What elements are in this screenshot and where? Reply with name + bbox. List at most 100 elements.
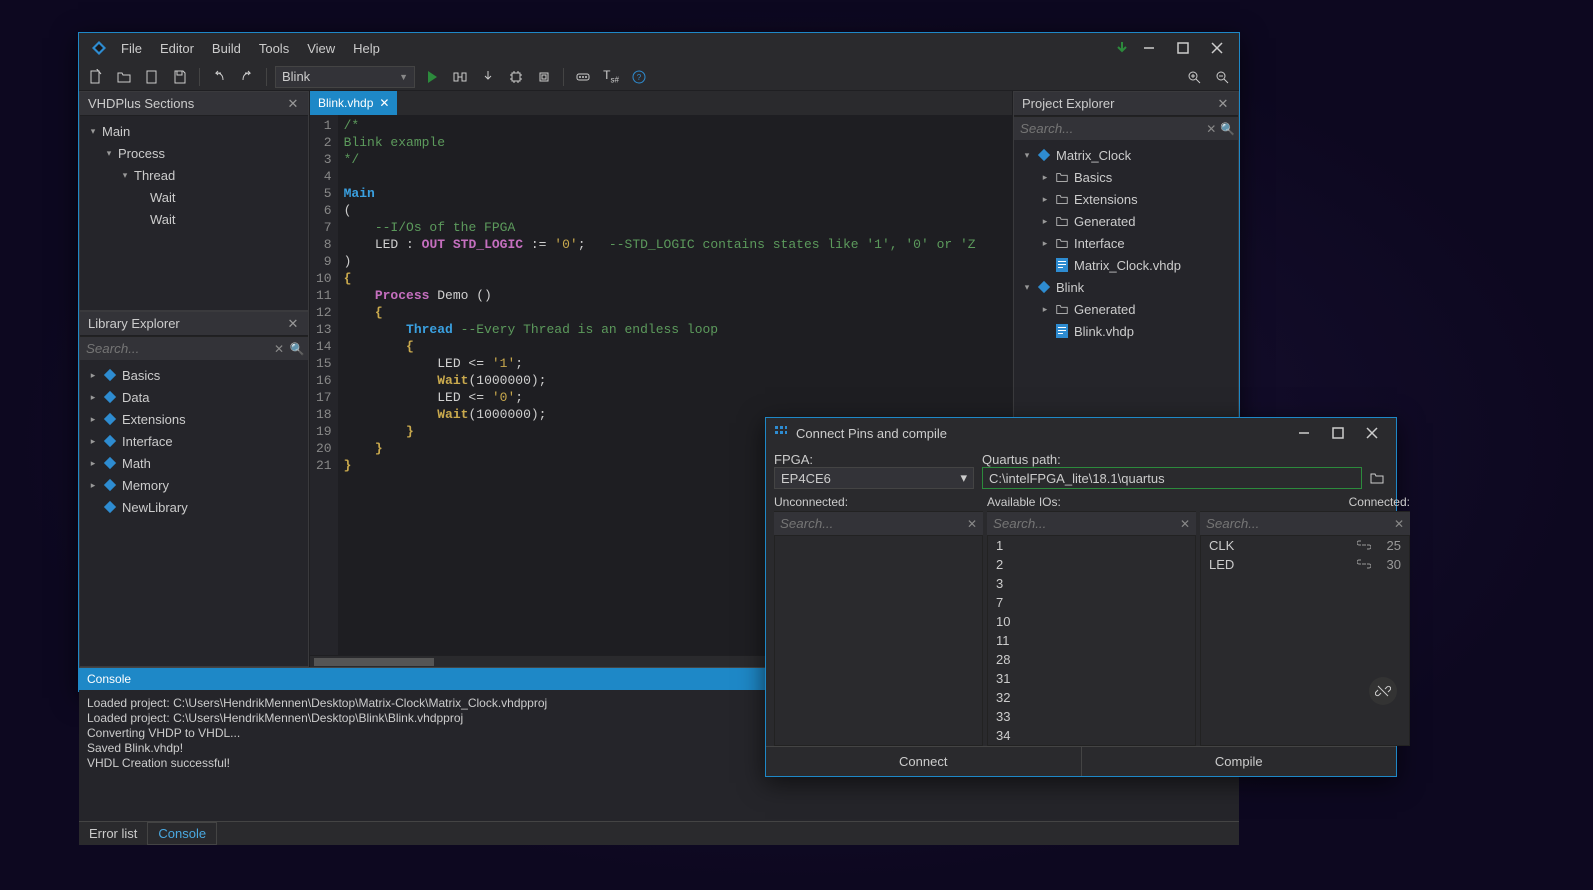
search-icon[interactable]: 🔍 — [1220, 122, 1237, 136]
project-tree-item[interactable]: ▸Basics — [1014, 166, 1238, 188]
library-search-input[interactable] — [82, 339, 270, 358]
project-search-input[interactable] — [1016, 119, 1203, 138]
io-item[interactable]: 34 — [988, 726, 1195, 745]
close-panel-icon[interactable]: ✕ — [286, 96, 300, 112]
sections-tree-item[interactable]: ▾Main — [80, 120, 308, 142]
download-chip-icon[interactable] — [477, 66, 499, 88]
download-icon[interactable] — [1111, 37, 1133, 59]
unconnected-search-input[interactable] — [776, 514, 963, 533]
available-ios-list[interactable]: 123710112831323334 — [987, 535, 1196, 746]
undo-icon[interactable] — [208, 66, 230, 88]
available-search-input[interactable] — [989, 514, 1176, 533]
library-item[interactable]: ▸Basics — [80, 364, 308, 386]
minimize-button[interactable] — [1288, 421, 1320, 445]
connected-item[interactable]: CLK25 — [1201, 536, 1409, 555]
clear-search-icon[interactable]: ✕ — [1203, 122, 1220, 136]
connected-search-input[interactable] — [1202, 514, 1390, 533]
project-tree-item[interactable]: ▾Matrix_Clock — [1014, 144, 1238, 166]
browse-folder-icon[interactable] — [1366, 467, 1388, 489]
sections-tree-item[interactable]: ▾Thread — [80, 164, 308, 186]
open-folder-icon[interactable] — [113, 66, 135, 88]
editor-tab[interactable]: Blink.vhdp ✕ — [310, 91, 397, 115]
run-icon[interactable] — [421, 66, 443, 88]
project-tree-item[interactable]: ▾Blink — [1014, 276, 1238, 298]
text-tool-icon[interactable]: Ts# — [600, 66, 622, 88]
io-item[interactable]: 7 — [988, 593, 1195, 612]
fpga-combo[interactable]: EP4CE6 ▾ — [774, 467, 974, 489]
library-item[interactable]: NewLibrary — [80, 496, 308, 518]
sections-title: VHDPlus Sections — [88, 96, 286, 111]
redo-icon[interactable] — [236, 66, 258, 88]
quartus-path-input[interactable]: C:\intelFPGA_lite\18.1\quartus — [982, 467, 1362, 489]
clear-search-icon[interactable]: ✕ — [1176, 517, 1194, 531]
io-item[interactable]: 28 — [988, 650, 1195, 669]
chevron-down-icon: ▼ — [399, 72, 408, 82]
tab-error-list[interactable]: Error list — [79, 822, 147, 845]
library-item[interactable]: ▸Extensions — [80, 408, 308, 430]
clear-search-icon[interactable]: ✕ — [963, 517, 981, 531]
save-icon[interactable] — [169, 66, 191, 88]
chip-alt-icon[interactable] — [533, 66, 555, 88]
unlink-icon[interactable] — [1369, 677, 1397, 705]
close-button[interactable] — [1201, 36, 1233, 60]
maximize-button[interactable] — [1322, 421, 1354, 445]
menu-editor[interactable]: Editor — [152, 37, 202, 60]
io-item[interactable]: 32 — [988, 688, 1195, 707]
project-tree-item[interactable]: ▸Interface — [1014, 232, 1238, 254]
menu-tools[interactable]: Tools — [251, 37, 297, 60]
close-tab-icon[interactable]: ✕ — [379, 96, 389, 110]
project-tree-item[interactable]: Matrix_Clock.vhdp — [1014, 254, 1238, 276]
maximize-button[interactable] — [1167, 36, 1199, 60]
menu-help[interactable]: Help — [345, 37, 388, 60]
project-tree-item[interactable]: Blink.vhdp — [1014, 320, 1238, 342]
connected-item[interactable]: LED30 — [1201, 555, 1409, 574]
serial-icon[interactable] — [572, 66, 594, 88]
sections-tree-item[interactable]: Wait — [80, 186, 308, 208]
app-logo-icon — [91, 40, 107, 56]
library-item[interactable]: ▸Interface — [80, 430, 308, 452]
library-item[interactable]: ▸Memory — [80, 474, 308, 496]
help-icon[interactable]: ? — [628, 66, 650, 88]
close-button[interactable] — [1356, 421, 1388, 445]
zoom-out-icon[interactable] — [1211, 66, 1233, 88]
menu-view[interactable]: View — [299, 37, 343, 60]
compile-button[interactable]: Compile — [1081, 747, 1397, 776]
io-item[interactable]: 31 — [988, 669, 1195, 688]
sections-tree-item[interactable]: ▾Process — [80, 142, 308, 164]
library-item[interactable]: ▸Math — [80, 452, 308, 474]
connect-button[interactable]: Connect — [766, 747, 1081, 776]
io-item[interactable]: 10 — [988, 612, 1195, 631]
tab-console[interactable]: Console — [147, 822, 217, 845]
toolbar: Blink ▼ Ts# ? — [79, 63, 1239, 91]
clear-search-icon[interactable]: ✕ — [1390, 517, 1408, 531]
search-icon[interactable]: 🔍 — [288, 342, 306, 356]
tab-label: Blink.vhdp — [318, 96, 373, 110]
project-tree-item[interactable]: ▸Extensions — [1014, 188, 1238, 210]
io-item[interactable]: 3 — [988, 574, 1195, 593]
window-controls — [1133, 36, 1233, 60]
menu-build[interactable]: Build — [204, 37, 249, 60]
library-item[interactable]: ▸Data — [80, 386, 308, 408]
zoom-in-icon[interactable] — [1183, 66, 1205, 88]
new-file-icon[interactable] — [85, 66, 107, 88]
chip-icon[interactable] — [505, 66, 527, 88]
unconnected-list[interactable] — [774, 535, 983, 746]
titlebar: FileEditorBuildToolsViewHelp — [79, 33, 1239, 63]
menu-file[interactable]: File — [113, 37, 150, 60]
io-item[interactable]: 2 — [988, 555, 1195, 574]
project-tree-item[interactable]: ▸Generated — [1014, 210, 1238, 232]
compile-icon[interactable] — [449, 66, 471, 88]
io-item[interactable]: 33 — [988, 707, 1195, 726]
library-title: Library Explorer — [88, 316, 286, 331]
io-item[interactable]: 1 — [988, 536, 1195, 555]
minimize-button[interactable] — [1133, 36, 1165, 60]
connected-list[interactable]: CLK25LED30 — [1200, 535, 1410, 746]
project-combo[interactable]: Blink ▼ — [275, 66, 415, 88]
close-panel-icon[interactable]: ✕ — [1216, 96, 1230, 112]
open-file-icon[interactable] — [141, 66, 163, 88]
close-panel-icon[interactable]: ✕ — [286, 316, 300, 332]
clear-search-icon[interactable]: ✕ — [270, 342, 288, 356]
io-item[interactable]: 11 — [988, 631, 1195, 650]
project-tree-item[interactable]: ▸Generated — [1014, 298, 1238, 320]
sections-tree-item[interactable]: Wait — [80, 208, 308, 230]
